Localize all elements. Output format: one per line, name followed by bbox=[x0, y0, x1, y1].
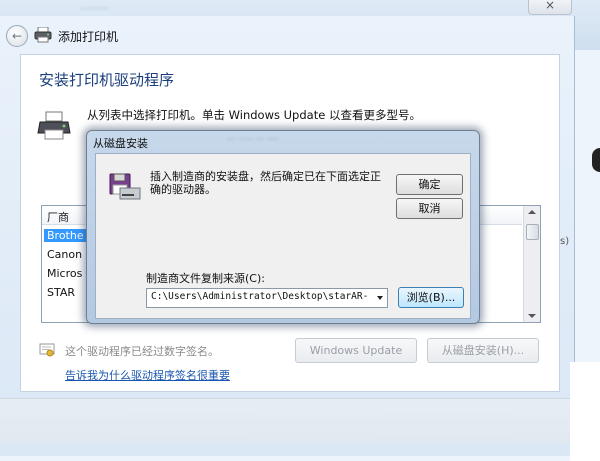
windows-update-button[interactable]: Windows Update bbox=[295, 338, 417, 363]
wizard-title: 添加打印机 bbox=[58, 30, 119, 44]
list-item[interactable]: Canon bbox=[47, 248, 82, 261]
dialog-message: 插入制造商的安装盘，然后确定已在下面选定正确的驱动器。 bbox=[150, 170, 381, 196]
dialog-blurred-text: ··· ····· ··· ···· bbox=[227, 135, 279, 145]
background-edge-shape bbox=[592, 148, 600, 172]
source-path-value[interactable]: C:\Users\Administrator\Desktop\starAR-10 bbox=[151, 291, 367, 302]
scroll-thumb[interactable] bbox=[526, 224, 539, 240]
page-description: 从列表中选择打印机。单击 Windows Update 以查看更多型号。 bbox=[87, 108, 421, 122]
background-blurred-text: ········· bbox=[80, 4, 109, 15]
have-disk-button[interactable]: 从磁盘安装(H)... bbox=[427, 338, 539, 363]
scroll-up-icon[interactable] bbox=[528, 210, 536, 214]
wizard-button-bar bbox=[0, 398, 574, 443]
printer-large-icon bbox=[37, 111, 71, 144]
browse-button[interactable]: 浏览(B)... bbox=[398, 287, 464, 308]
signature-status-text: 这个驱动程序已经过数字签名。 bbox=[65, 345, 219, 358]
cancel-button[interactable]: 取消 bbox=[396, 198, 463, 219]
list-item[interactable]: Brothe bbox=[44, 229, 86, 242]
back-button[interactable]: ← bbox=[6, 25, 28, 47]
source-label: 制造商文件复制来源(C): bbox=[146, 272, 265, 285]
background-close-button[interactable] bbox=[528, 0, 572, 15]
back-arrow-icon: ← bbox=[11, 29, 23, 43]
page-heading: 安装打印机驱动程序 bbox=[39, 71, 175, 89]
wizard-title-bar: ← 添加打印机 bbox=[0, 16, 574, 50]
list-scrollbar[interactable] bbox=[523, 206, 540, 322]
floppy-disk-icon bbox=[108, 172, 142, 205]
dialog-title: 从磁盘安装 bbox=[93, 137, 148, 150]
scroll-down-icon[interactable] bbox=[528, 314, 536, 318]
certificate-icon bbox=[39, 342, 55, 361]
list-item[interactable]: STAR bbox=[47, 286, 75, 299]
list-item[interactable]: Micros bbox=[47, 267, 82, 280]
driver-signing-link[interactable]: 告诉我为什么驱动程序签名很重要 bbox=[65, 367, 230, 383]
chevron-down-icon[interactable] bbox=[377, 296, 383, 300]
dialog-body: 插入制造商的安装盘，然后确定已在下面选定正确的驱动器。 确定 取消 制造商文件复… bbox=[95, 153, 471, 319]
column-header-label: 厂商 bbox=[47, 211, 69, 224]
cut-off-text: s) bbox=[560, 236, 570, 247]
background-white-area bbox=[570, 362, 600, 461]
source-path-combobox[interactable]: C:\Users\Administrator\Desktop\starAR-10 bbox=[146, 288, 388, 308]
printer-icon bbox=[34, 26, 52, 46]
install-from-disk-dialog: 从磁盘安装 ··· ····· ··· ···· 插入制造商的安装盘，然后确定已… bbox=[86, 130, 480, 324]
ok-button[interactable]: 确定 bbox=[396, 174, 463, 195]
